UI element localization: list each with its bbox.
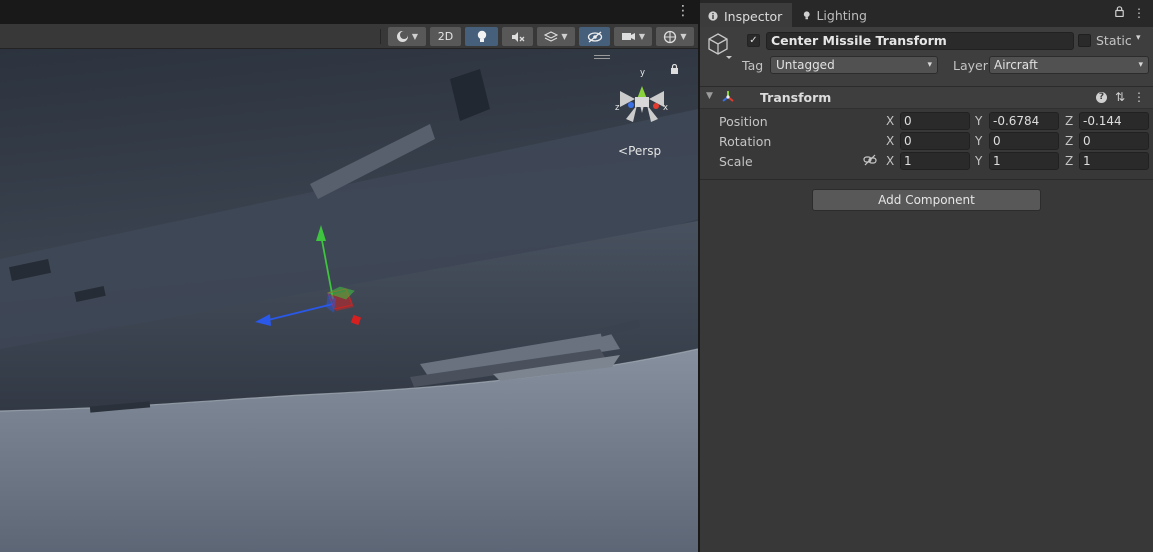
inspector-panel: Inspector Lighting ⋮ ✓ Center Missile Tr… [700, 0, 1153, 552]
static-dropdown-icon[interactable]: ▾ [1136, 33, 1141, 43]
axis-y-label[interactable]: Y [975, 154, 982, 168]
toolbar-separator [380, 29, 381, 44]
constrain-proportions-link-icon[interactable] [863, 153, 877, 167]
axis-z-label[interactable]: Z [1065, 134, 1073, 148]
gizmo-lock-icon[interactable] [670, 63, 679, 77]
position-label: Position [719, 114, 768, 129]
axis-x-label[interactable]: X [886, 114, 894, 128]
camera-icon [621, 33, 635, 40]
scene-tab-strip: ⋮ [0, 0, 698, 24]
axis-z-label[interactable]: Z [1065, 114, 1073, 128]
scale-row: Scale X 1 Y 1 Z 1 [700, 151, 1153, 171]
chevron-down-icon: ▼ [561, 32, 568, 41]
effects-layers-icon [544, 30, 559, 42]
gameobject-cube-icon[interactable] [707, 32, 733, 62]
lock-icon[interactable] [1115, 6, 1124, 17]
eye-crossed-icon [587, 30, 602, 43]
gameobject-header: ✓ Center Missile Transform Static ▾ Tag … [700, 27, 1153, 87]
shading-sphere-icon [396, 31, 408, 42]
position-row: Position X 0 Y -0.6784 Z -0.144 [700, 111, 1153, 131]
inspector-menu-icon[interactable]: ⋮ [1133, 6, 1145, 20]
layer-label: Layer [953, 58, 988, 73]
perspective-toggle[interactable]: <Persp [618, 144, 661, 158]
tag-value: Untagged [776, 58, 835, 72]
position-x-field[interactable]: 0 [900, 112, 970, 130]
info-icon [708, 11, 718, 21]
gizmo-x-label: x [663, 103, 668, 113]
tab-inspector-label: Inspector [724, 8, 783, 24]
transform-tools: ? ⇅ ⋮ [1095, 90, 1145, 104]
lightbulb-icon [803, 10, 810, 19]
gizmo-y-label: y [640, 68, 645, 78]
toggle-2d-button[interactable]: 2D [430, 27, 461, 46]
axis-z-label[interactable]: Z [1065, 154, 1073, 168]
component-menu-icon[interactable]: ⋮ [1133, 90, 1145, 104]
rotation-label: Rotation [719, 134, 772, 149]
static-label: Static [1096, 33, 1132, 48]
scene-camera-dropdown[interactable]: ▼ [614, 27, 652, 46]
foldout-arrow-icon[interactable]: ▼ [706, 91, 713, 101]
gizmo-z-label: z [615, 103, 620, 113]
layer-dropdown[interactable]: Aircraft ▾ [989, 56, 1149, 74]
scene-menu-dots-icon[interactable]: ⋮ [676, 3, 690, 19]
perspective-arrow-icon: < [618, 144, 629, 158]
rotation-z-field[interactable]: 0 [1079, 132, 1149, 150]
scale-x-field[interactable]: 1 [900, 152, 970, 170]
gizmos-globe-icon [664, 30, 677, 43]
audio-muted-icon [511, 31, 524, 42]
static-checkbox[interactable] [1078, 34, 1091, 47]
axis-y-label[interactable]: Y [975, 114, 982, 128]
presets-icon[interactable]: ⇅ [1115, 90, 1125, 104]
tag-dropdown[interactable]: Untagged ▾ [770, 56, 938, 74]
lightbulb-icon [477, 30, 486, 42]
add-component-button[interactable]: Add Component [812, 189, 1041, 211]
chevron-down-icon: ▼ [680, 32, 687, 41]
rotation-row: Rotation X 0 Y 0 Z 0 [700, 131, 1153, 151]
toggle-2d-label: 2D [437, 30, 454, 43]
transform-title: Transform [760, 90, 832, 105]
position-y-field[interactable]: -0.6784 [989, 112, 1059, 130]
scale-y-field[interactable]: 1 [989, 152, 1059, 170]
effects-dropdown-button[interactable]: ▼ [537, 27, 575, 46]
active-checkbox[interactable]: ✓ [747, 34, 760, 47]
scale-z-field[interactable]: 1 [1079, 152, 1149, 170]
rotation-x-field[interactable]: 0 [900, 132, 970, 150]
axis-x-label[interactable]: X [886, 154, 894, 168]
tab-lighting-label: Lighting [816, 7, 867, 23]
tag-label: Tag [742, 58, 764, 73]
tab-inspector[interactable]: Inspector [700, 3, 792, 27]
transform-component-header[interactable]: ▼ Transform ? ⇅ ⋮ [700, 87, 1153, 109]
scene-lighting-toggle[interactable] [465, 27, 498, 46]
audio-toggle-button[interactable] [502, 27, 533, 46]
draw-mode-button[interactable]: ▼ [388, 27, 426, 46]
rotation-y-field[interactable]: 0 [989, 132, 1059, 150]
axis-y-label[interactable]: Y [975, 134, 982, 148]
perspective-label: Persp [628, 144, 662, 158]
position-z-field[interactable]: -0.144 [1079, 112, 1149, 130]
gameobject-name-input[interactable]: Center Missile Transform [766, 32, 1074, 50]
scene-viewport[interactable]: y z x [0, 49, 698, 552]
inspector-tab-bar: Inspector Lighting ⋮ [700, 0, 1153, 27]
gizmo-drag-handle-icon[interactable] [594, 55, 610, 61]
transform-axes-icon [722, 91, 734, 102]
scene-view[interactable]: ⋮ ▼ 2D ▼ ▼ ▼ y z x <Persp [0, 0, 698, 552]
component-divider [700, 179, 1153, 180]
scene-visibility-toggle[interactable] [579, 27, 610, 46]
scene-render: y z x [0, 49, 698, 552]
layer-value: Aircraft [994, 58, 1038, 72]
help-icon[interactable]: ? [1095, 92, 1107, 103]
scale-label: Scale [719, 154, 753, 169]
chevron-down-icon: ▾ [927, 60, 932, 70]
tab-tools: ⋮ [1115, 6, 1145, 20]
chevron-down-icon: ▾ [1138, 60, 1143, 70]
scene-toolbar: ▼ 2D ▼ ▼ ▼ [0, 24, 698, 49]
tab-lighting[interactable]: Lighting [795, 3, 875, 27]
chevron-down-icon: ▼ [411, 32, 419, 41]
chevron-down-icon: ▼ [638, 32, 646, 41]
gizmos-dropdown[interactable]: ▼ [656, 27, 694, 46]
axis-x-label[interactable]: X [886, 134, 894, 148]
